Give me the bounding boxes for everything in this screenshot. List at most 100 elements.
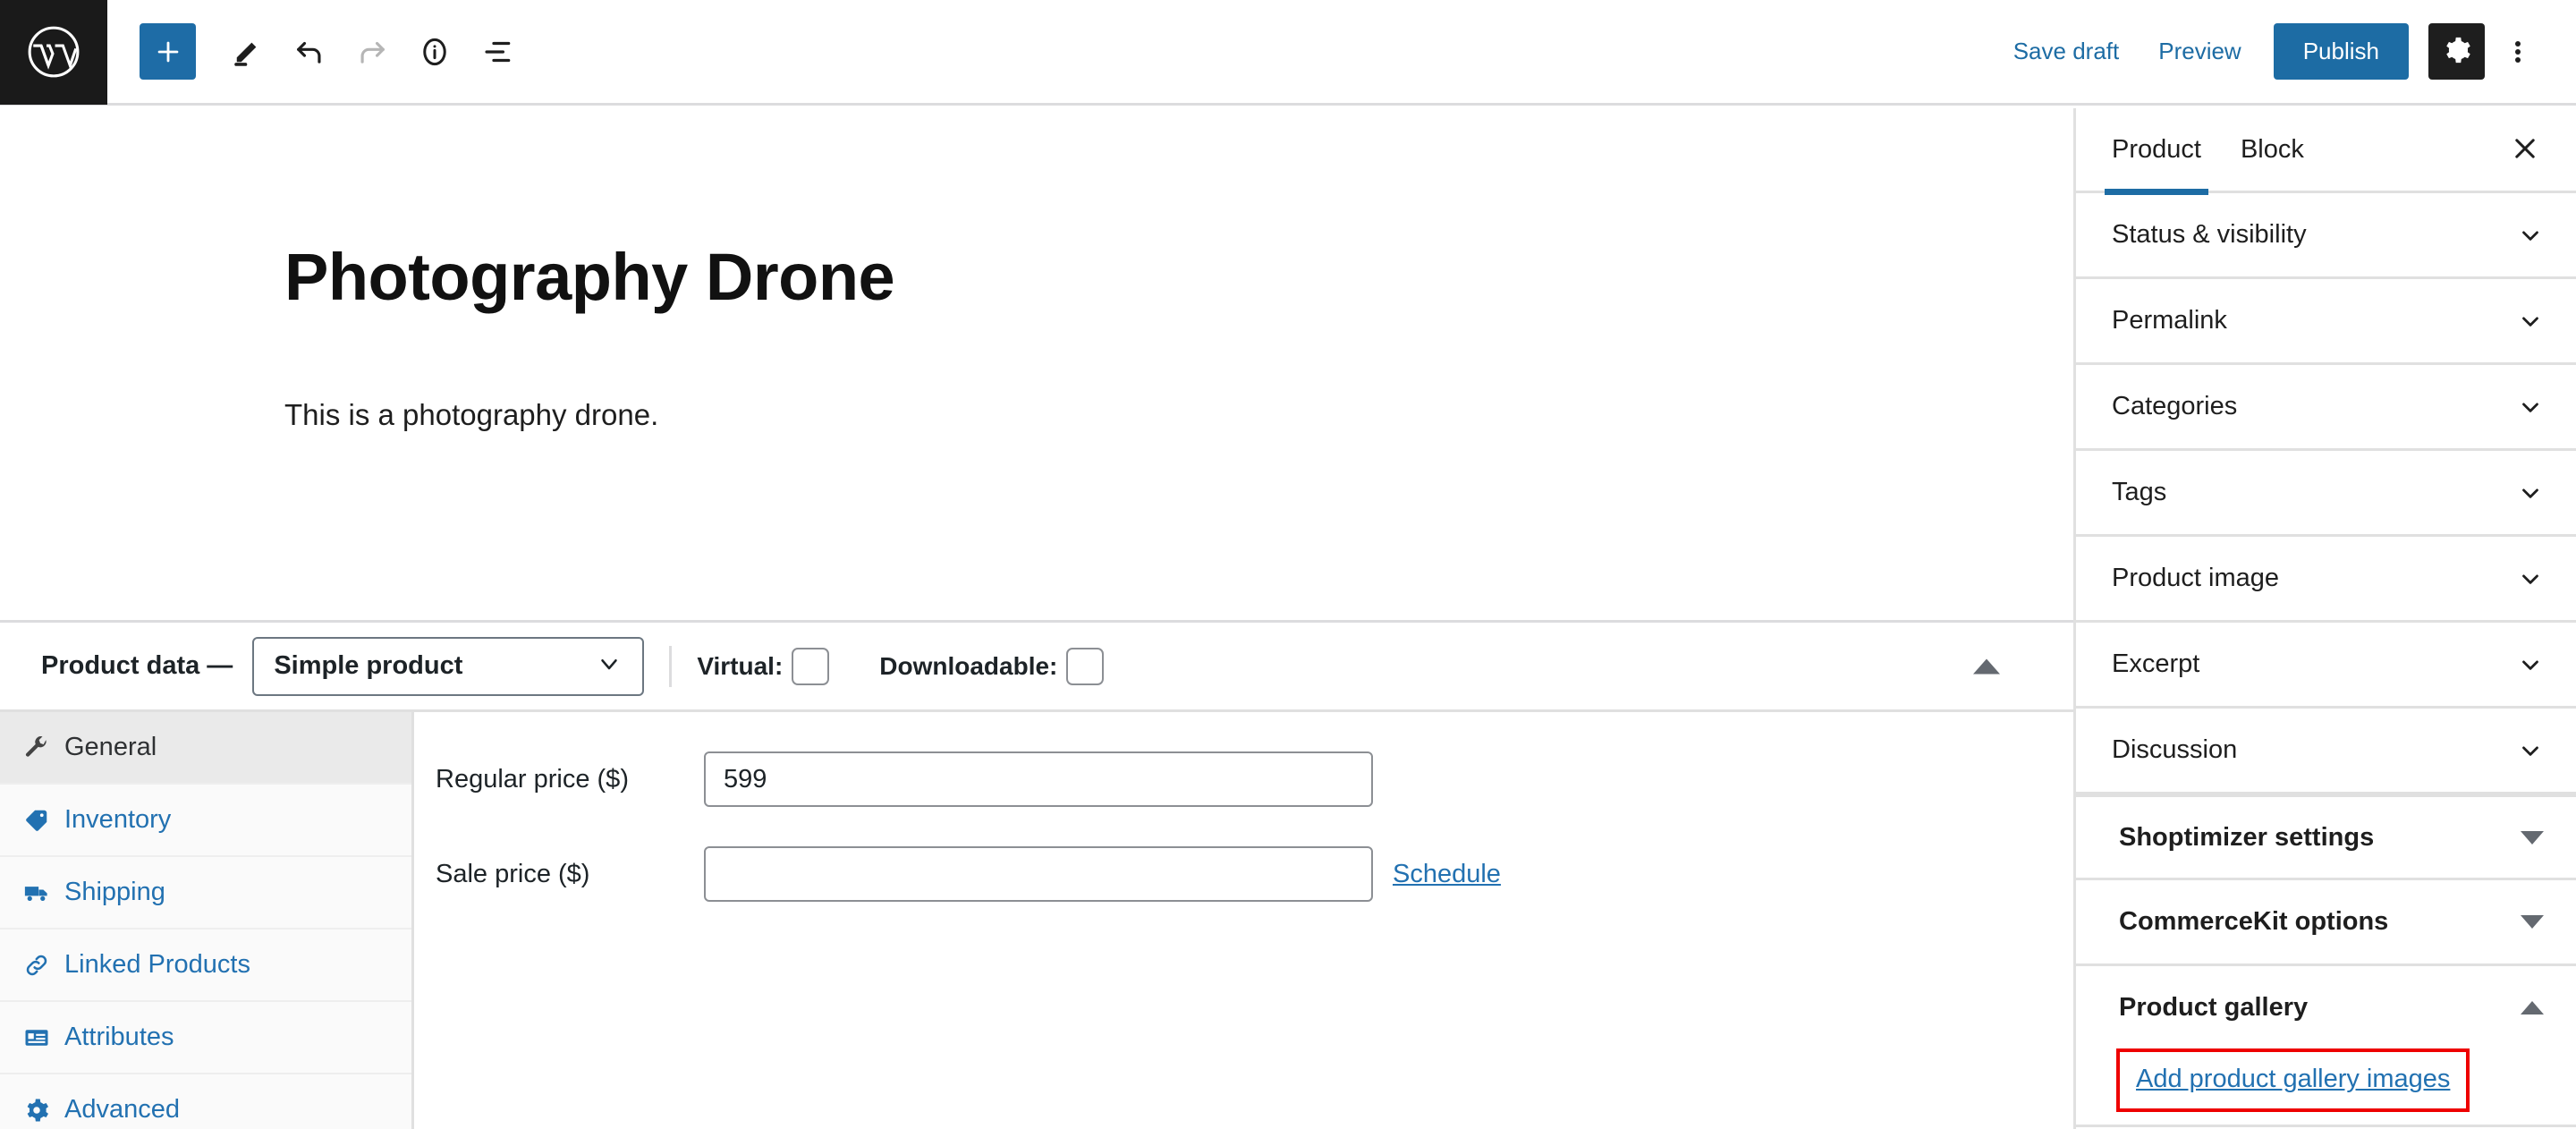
wordpress-logo-icon: [26, 24, 81, 80]
sidebar-panel-excerpt[interactable]: Excerpt: [2076, 623, 2576, 709]
close-icon: [2510, 133, 2540, 166]
highlight-annotation-box: Add product gallery images: [2116, 1048, 2470, 1112]
product-data-title: Product data —: [41, 651, 233, 680]
sidebar-panel-permalink[interactable]: Permalink: [2076, 279, 2576, 365]
settings-toggle-button[interactable]: [2428, 23, 2485, 80]
product-data-body: General Inventory Shipping Linked Produc…: [0, 709, 2073, 1129]
sidebar-panel-product-gallery: Product gallery Add product gallery imag…: [2076, 966, 2576, 1127]
virtual-checkbox[interactable]: [792, 647, 830, 685]
tab-block[interactable]: Block: [2221, 108, 2324, 192]
virtual-checkbox-group: Virtual:: [697, 647, 830, 685]
regular-price-input[interactable]: [704, 751, 1373, 807]
product-tab-label: General: [64, 733, 157, 761]
link-icon: [23, 952, 64, 979]
editor-canvas: Photography Drone This is a photography …: [0, 108, 2073, 1129]
sidebar-panel-tags[interactable]: Tags: [2076, 451, 2576, 537]
triangle-up-icon[interactable]: [1973, 658, 2000, 674]
product-type-value: Simple product: [274, 651, 463, 680]
panel-label: Discussion: [2112, 735, 2238, 764]
product-tab-attributes[interactable]: Attributes: [0, 1002, 411, 1074]
publish-button[interactable]: Publish: [2273, 23, 2409, 80]
undo-arrow-icon: [292, 35, 326, 69]
product-gallery-header[interactable]: Product gallery: [2076, 966, 2576, 1048]
tab-product[interactable]: Product: [2092, 108, 2221, 195]
product-tab-linked-products[interactable]: Linked Products: [0, 930, 411, 1002]
plus-icon: [153, 37, 183, 67]
product-data-header: Product data — Simple product Virtual: D…: [0, 623, 2073, 709]
sidebar-panel-commercekit-options[interactable]: CommerceKit options: [2076, 880, 2576, 966]
add-block-button[interactable]: [140, 23, 196, 80]
details-button[interactable]: [403, 21, 466, 83]
panel-label: Permalink: [2112, 306, 2227, 335]
sidebar-panel-shoptimizer-settings[interactable]: Shoptimizer settings: [2076, 794, 2576, 880]
panel-label: Categories: [2112, 392, 2238, 420]
triangle-down-icon: [2521, 830, 2544, 845]
sidebar-panel-discussion[interactable]: Discussion: [2076, 709, 2576, 794]
chevron-down-icon: [2517, 480, 2544, 506]
sidebar-tabbar: Product Block: [2076, 108, 2576, 195]
edit-tool-button[interactable]: [216, 21, 278, 83]
more-options-button[interactable]: [2490, 21, 2546, 83]
sidebar-panel-list: Status & visibility Permalink Categories…: [2076, 193, 2576, 1129]
panel-label: Shoptimizer settings: [2119, 822, 2375, 852]
product-tab-shipping[interactable]: Shipping: [0, 857, 411, 930]
downloadable-label: Downloadable:: [879, 651, 1058, 680]
sale-price-row: Sale price ($) Schedule: [414, 846, 2073, 902]
list-view-icon: [480, 35, 514, 69]
product-data-metabox: Product data — Simple product Virtual: D…: [0, 620, 2073, 1129]
chevron-down-icon: [2517, 651, 2544, 678]
panel-label: Status & visibility: [2112, 220, 2307, 249]
sidebar-panel-product-image[interactable]: Product image: [2076, 537, 2576, 623]
sidebar-panel-status-visibility[interactable]: Status & visibility: [2076, 193, 2576, 279]
header-actions: Save draft Preview Publish: [1994, 21, 2576, 83]
panel-label: Excerpt: [2112, 649, 2200, 678]
product-tab-label: Shipping: [64, 878, 165, 906]
panel-label: Product gallery: [2119, 992, 2309, 1022]
chevron-down-icon: [2517, 565, 2544, 592]
chevron-down-icon: [2517, 394, 2544, 420]
redo-button[interactable]: [341, 21, 403, 83]
triangle-down-icon: [2521, 915, 2544, 929]
wrench-icon: [23, 734, 64, 761]
triangle-up-icon: [2521, 1000, 2544, 1014]
panel-label: Product image: [2112, 564, 2279, 592]
gear-icon: [23, 1097, 64, 1124]
chevron-down-icon: [596, 650, 623, 682]
product-tab-label: Linked Products: [64, 950, 250, 979]
product-data-tabs: General Inventory Shipping Linked Produc…: [0, 709, 414, 1129]
regular-price-row: Regular price ($): [414, 751, 2073, 807]
close-sidebar-button[interactable]: [2499, 123, 2551, 175]
downloadable-checkbox[interactable]: [1066, 647, 1105, 685]
editor-toolbar: [107, 21, 529, 83]
chevron-down-icon: [2517, 222, 2544, 249]
add-product-gallery-images-link[interactable]: Add product gallery images: [2136, 1065, 2450, 1094]
undo-button[interactable]: [278, 21, 341, 83]
chevron-down-icon: [2517, 308, 2544, 335]
product-tab-label: Attributes: [64, 1023, 174, 1051]
product-tab-label: Inventory: [64, 805, 172, 834]
product-data-general-panel: Regular price ($) Sale price ($) Schedul…: [414, 709, 2073, 1129]
sale-price-label: Sale price ($): [436, 859, 590, 888]
sale-price-input[interactable]: [704, 846, 1373, 902]
schedule-sale-link[interactable]: Schedule: [1393, 860, 1501, 889]
product-tab-advanced[interactable]: Advanced: [0, 1074, 411, 1129]
editor-header: Save draft Preview Publish: [0, 0, 2576, 106]
downloadable-checkbox-group: Downloadable:: [879, 647, 1105, 685]
post-paragraph-block[interactable]: This is a photography drone.: [284, 395, 658, 436]
product-type-select[interactable]: Simple product: [252, 636, 645, 696]
tag-icon: [23, 807, 64, 834]
save-draft-button[interactable]: Save draft: [1994, 27, 2140, 76]
sidebar-panel-categories[interactable]: Categories: [2076, 365, 2576, 451]
page-title[interactable]: Photography Drone: [284, 244, 895, 310]
info-circle-icon: [418, 35, 452, 69]
regular-price-label: Regular price ($): [436, 764, 629, 794]
gear-icon: [2442, 35, 2472, 68]
list-view-button[interactable]: [466, 21, 529, 83]
wordpress-logo-button[interactable]: [0, 0, 107, 105]
attributes-icon: [23, 1024, 64, 1051]
chevron-down-icon: [2517, 737, 2544, 764]
product-tab-inventory[interactable]: Inventory: [0, 785, 411, 857]
preview-button[interactable]: Preview: [2139, 27, 2260, 76]
product-tab-general[interactable]: General: [0, 712, 411, 785]
product-tab-label: Advanced: [64, 1095, 180, 1124]
